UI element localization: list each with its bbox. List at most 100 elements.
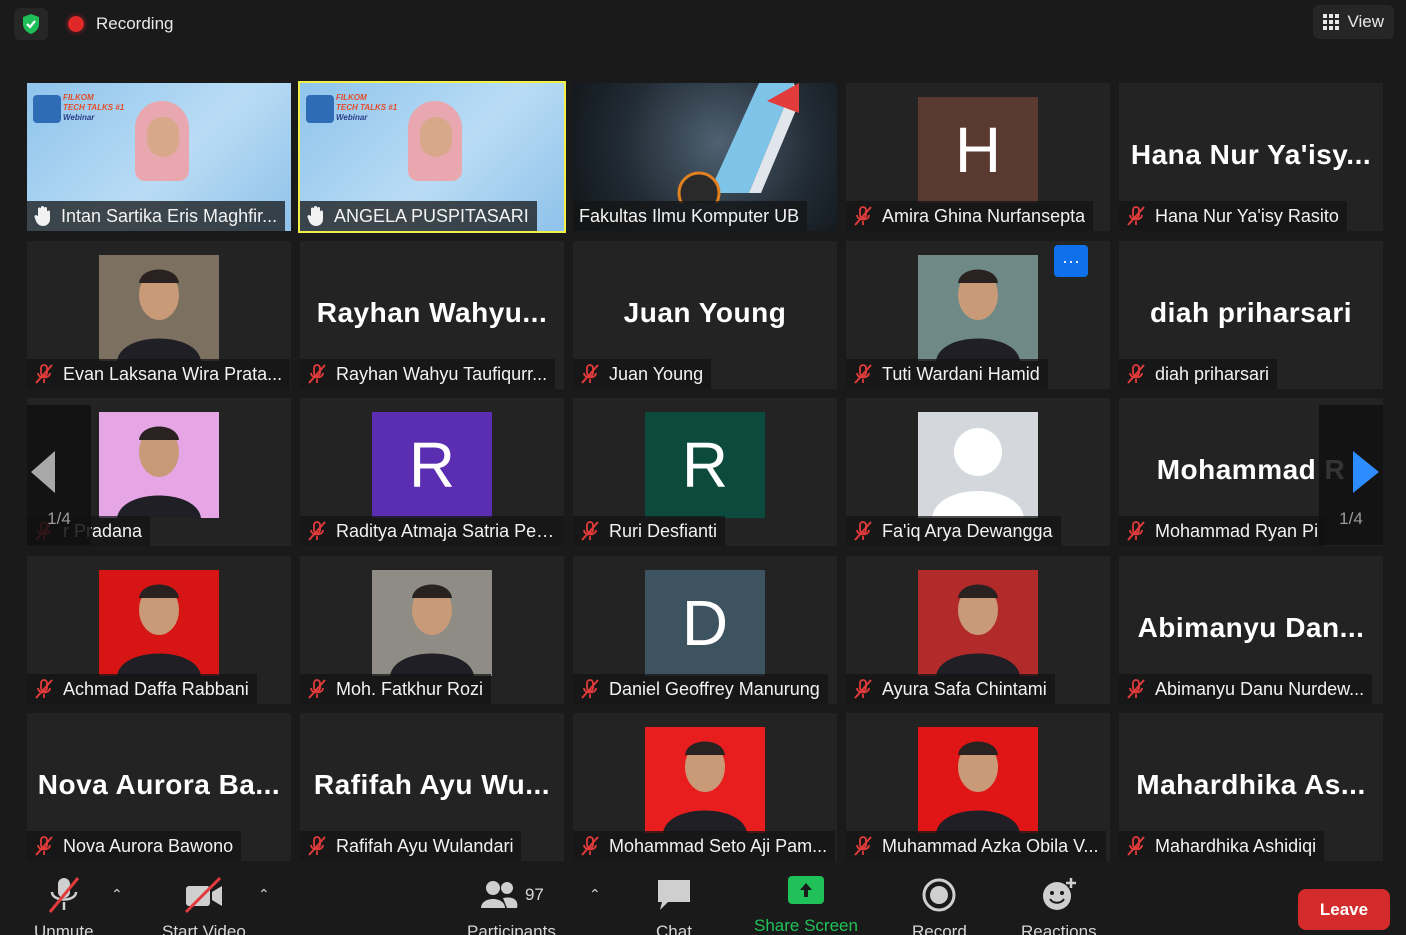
participant-tile[interactable]: Evan Laksana Wira Prata... — [27, 241, 291, 389]
participant-tile[interactable]: Juan Young Juan Young — [573, 241, 837, 389]
start-video-button[interactable]: Start Video — [162, 876, 246, 935]
avatar-letter: R — [372, 412, 492, 518]
view-label: View — [1347, 12, 1384, 31]
more-options-button[interactable]: ··· — [1054, 245, 1088, 277]
participant-photo — [99, 570, 219, 676]
participant-tile[interactable]: Fa'iq Arya Dewangga — [846, 398, 1110, 546]
participant-tile[interactable]: ··· Tuti Wardani Hamid — [846, 241, 1110, 389]
participant-tile[interactable]: diah priharsari diah priharsari — [1119, 241, 1383, 389]
participant-name-label: Fakultas Ilmu Komputer UB — [573, 201, 808, 231]
muted-mic-icon — [579, 678, 601, 700]
participant-name-label: Daniel Geoffrey Manurung — [573, 674, 828, 704]
previous-page-button[interactable]: 1/4 — [27, 405, 91, 545]
participant-name: Hana Nur Ya'isy Rasito — [1155, 205, 1339, 226]
start-video-label: Start Video — [162, 922, 246, 935]
participant-tile[interactable]: R Raditya Atmaja Satria Per... — [300, 398, 564, 546]
stopped-video-icon — [184, 876, 222, 914]
meeting-toolbar: Unmute ⌃ Start Video ⌃ 97 Participants ⌃… — [0, 862, 1406, 935]
participant-name: Fakultas Ilmu Komputer UB — [579, 205, 800, 226]
participant-photo — [918, 570, 1038, 676]
leave-button[interactable]: Leave — [1298, 889, 1390, 930]
muted-mic-icon — [306, 520, 328, 542]
participant-tile[interactable]: Rayhan Wahyu... Rayhan Wahyu Taufiqurr... — [300, 241, 564, 389]
participant-name-label: Ruri Desfianti — [573, 516, 726, 546]
participant-name-label: Amira Ghina Nurfansepta — [846, 201, 1094, 231]
participant-face — [147, 117, 179, 157]
participant-name: Achmad Daffa Rabbani — [63, 678, 249, 699]
participant-tile[interactable]: Fakultas Ilmu Komputer UB — [573, 83, 837, 231]
encryption-shield-icon[interactable] — [14, 8, 48, 40]
page-indicator-left: 1/4 — [47, 509, 71, 528]
record-button[interactable]: Record — [912, 876, 967, 935]
muted-mic-icon — [33, 678, 55, 700]
participant-name: Moh. Fatkhur Rozi — [336, 678, 484, 699]
person-silhouette-icon — [932, 428, 1024, 518]
participant-name: Juan Young — [609, 363, 704, 384]
participant-name-label: Mohammad Ryan Pi — [1119, 516, 1327, 546]
participant-tile[interactable]: FILKOM TECH TALKS #1 Webinar ANGELA PUSPITA… — [298, 81, 566, 233]
default-avatar — [918, 412, 1038, 518]
reactions-button[interactable]: Reactions — [1021, 876, 1097, 935]
participant-name: Nova Aurora Bawono — [63, 835, 234, 856]
webinar-logo — [306, 95, 334, 123]
participant-tile[interactable]: Ayura Safa Chintami — [846, 556, 1110, 704]
participant-name-label: Achmad Daffa Rabbani — [27, 674, 257, 704]
participant-display-name: Nova Aurora Ba... — [37, 769, 281, 800]
participant-name: Evan Laksana Wira Prata... — [63, 363, 283, 384]
participant-display-name: Rayhan Wahyu... — [316, 297, 548, 328]
participant-tile[interactable]: Mohammad Seto Aji Pam... — [573, 713, 837, 861]
participant-name: Mahardhika Ashidiqi — [1155, 835, 1317, 856]
participant-face — [420, 117, 452, 157]
participant-photo — [99, 412, 219, 518]
participant-display-name: Abimanyu Dan... — [1137, 612, 1365, 643]
participant-tile[interactable]: Muhammad Azka Obila V... — [846, 713, 1110, 861]
video-options-caret-icon[interactable]: ⌃ — [258, 886, 270, 903]
participant-display-name: Juan Young — [623, 297, 787, 328]
participant-tile[interactable]: Nova Aurora Ba... Nova Aurora Bawono — [27, 713, 291, 861]
participant-tile[interactable]: H Amira Ghina Nurfansepta — [846, 83, 1110, 231]
next-page-button[interactable]: 1/4 — [1319, 405, 1383, 545]
muted-mic-icon — [1125, 363, 1147, 385]
participants-button[interactable]: 97 Participants — [467, 876, 556, 935]
participant-name-label: Juan Young — [573, 359, 712, 389]
recording-indicator[interactable]: Recording — [58, 6, 184, 42]
participant-display-name: Hana Nur Ya'isy... — [1130, 139, 1372, 170]
participant-name-label: Hana Nur Ya'isy Rasito — [1119, 201, 1347, 231]
participant-name: Amira Ghina Nurfansepta — [882, 205, 1086, 226]
muted-mic-icon — [1125, 520, 1147, 542]
muted-mic-icon — [1125, 835, 1147, 857]
muted-mic-icon — [852, 205, 874, 227]
participant-tile[interactable]: Abimanyu Dan... Abimanyu Danu Nurdew... — [1119, 556, 1383, 704]
recording-label: Recording — [96, 14, 174, 33]
smiley-plus-icon — [1042, 878, 1076, 910]
participant-photo — [645, 727, 765, 833]
participant-name: ANGELA PUSPITASARI — [334, 205, 529, 226]
audio-options-caret-icon[interactable]: ⌃ — [111, 886, 123, 903]
participant-tile[interactable]: FILKOM TECH TALKS #1 Webinar Intan Sartika … — [27, 83, 291, 231]
unmute-button[interactable]: Unmute — [34, 876, 94, 935]
participant-display-name: Rafifah Ayu Wu... — [313, 769, 551, 800]
participant-name: Rayhan Wahyu Taufiqurr... — [336, 363, 548, 384]
participant-name: diah priharsari — [1155, 363, 1270, 384]
participant-tile[interactable]: D Daniel Geoffrey Manurung — [573, 556, 837, 704]
chat-button[interactable]: Chat — [654, 876, 694, 935]
participant-name: Fa'iq Arya Dewangga — [882, 520, 1053, 541]
participant-name-label: Intan Sartika Eris Maghfir... — [27, 201, 286, 231]
participant-name: Mohammad Seto Aji Pam... — [609, 835, 828, 856]
record-icon — [922, 878, 956, 912]
participant-tile[interactable]: Achmad Daffa Rabbani — [27, 556, 291, 704]
participant-tile[interactable]: Rafifah Ayu Wu... Rafifah Ayu Wulandari — [300, 713, 564, 861]
participant-name: Mohammad Ryan Pi — [1155, 520, 1319, 541]
participant-tile[interactable]: Moh. Fatkhur Rozi — [300, 556, 564, 704]
participants-options-caret-icon[interactable]: ⌃ — [589, 886, 601, 903]
muted-mic-icon — [579, 363, 601, 385]
share-screen-button[interactable]: Share Screen — [754, 876, 858, 935]
muted-mic-icon — [852, 835, 874, 857]
participant-tile[interactable]: Hana Nur Ya'isy... Hana Nur Ya'isy Rasito — [1119, 83, 1383, 231]
muted-mic-icon — [579, 520, 601, 542]
participant-name-label: ANGELA PUSPITASARI — [300, 201, 537, 231]
view-button[interactable]: View — [1313, 5, 1394, 39]
participant-tile[interactable]: Mahardhika As... Mahardhika Ashidiqi — [1119, 713, 1383, 861]
participant-photo — [99, 255, 219, 361]
participant-tile[interactable]: R Ruri Desfianti — [573, 398, 837, 546]
